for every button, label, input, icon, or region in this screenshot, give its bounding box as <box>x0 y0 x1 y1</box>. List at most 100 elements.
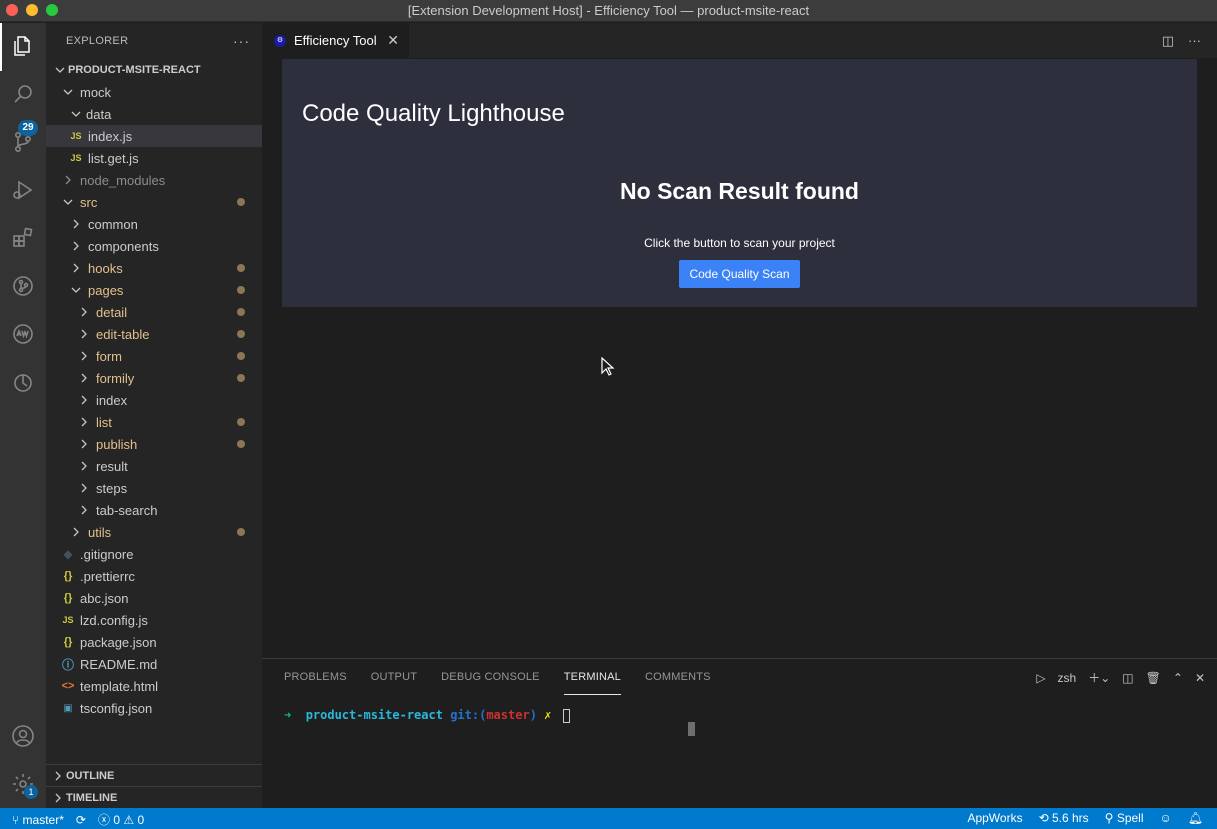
tree-folder-formily[interactable]: formily <box>46 367 262 389</box>
settings-update-badge: 1 <box>24 785 38 799</box>
tree-folder-publish[interactable]: publish <box>46 433 262 455</box>
run-debug-icon[interactable] <box>0 167 46 213</box>
tree-label: .gitignore <box>80 546 134 562</box>
terminal-shell-icon: ▷ <box>1036 670 1046 685</box>
json-file-icon: {} <box>63 592 73 604</box>
tree-label: list.get.js <box>88 150 139 166</box>
time-tracker-status[interactable]: ⟲ 5.6 hrs <box>1039 811 1089 825</box>
search-icon[interactable] <box>0 71 46 117</box>
tree-folder-tab-search[interactable]: tab-search <box>46 499 262 521</box>
tree-label: index.js <box>88 128 133 144</box>
tree-file-tsconfig[interactable]: ▣ tsconfig.json <box>46 697 262 719</box>
tree-label: common <box>88 216 138 232</box>
tree-folder-node-modules[interactable]: node_modules <box>46 169 262 191</box>
explorer-icon[interactable] <box>0 23 46 69</box>
window-title: [Extension Development Host] - Efficienc… <box>407 3 810 18</box>
tree-folder-detail[interactable]: detail <box>46 301 262 323</box>
tree-file-readme[interactable]: ⓘ README.md <box>46 653 262 675</box>
tab-debug-console[interactable]: DEBUG CONSOLE <box>441 659 540 695</box>
tree-folder-common[interactable]: common <box>46 213 262 235</box>
timer-icon[interactable] <box>0 359 46 405</box>
activity-bar <box>0 23 46 808</box>
tree-folder-mock[interactable]: mock <box>46 81 262 103</box>
tree-folder-form[interactable]: form <box>46 345 262 367</box>
tsconfig-file-icon: ▣ <box>63 702 73 714</box>
chevron-right-icon <box>76 480 92 496</box>
terminal-prompt[interactable]: ➜ product-msite-react git:(master) ✗ <box>284 708 570 723</box>
extension-icon: ⚙ <box>274 34 286 47</box>
tree-file-list-get-js[interactable]: JS list.get.js <box>46 147 262 169</box>
javascript-file-icon: JS <box>70 153 82 163</box>
more-actions-icon[interactable]: ··· <box>233 33 250 49</box>
tree-label: template.html <box>80 678 159 694</box>
tree-folder-list[interactable]: list <box>46 411 262 433</box>
manage-gear-icon[interactable] <box>0 761 46 807</box>
tree-file-gitignore[interactable]: ◆ .gitignore <box>46 543 262 565</box>
tree-file-abc-json[interactable]: {} abc.json <box>46 587 262 609</box>
spell-label: Spell <box>1116 811 1144 825</box>
tree-label: form <box>96 348 122 364</box>
scm-count-badge: 29 <box>18 120 38 136</box>
tree-label: hooks <box>88 260 123 276</box>
tree-folder-utils[interactable]: utils <box>46 521 262 543</box>
tree-file-template-html[interactable]: <> template.html <box>46 675 262 697</box>
outline-section[interactable]: OUTLINE <box>46 764 262 786</box>
tab-output[interactable]: OUTPUT <box>371 659 417 695</box>
tree-folder-data[interactable]: data <box>46 103 262 125</box>
appworks-status[interactable]: AppWorks <box>967 811 1022 825</box>
tab-efficiency-tool[interactable]: ⚙ Efficiency Tool ✕ <box>262 23 409 58</box>
git-file-icon: ◆ <box>63 547 73 561</box>
split-terminal-icon[interactable]: ◫ <box>1122 671 1133 685</box>
tree-folder-hooks[interactable]: hooks <box>46 257 262 279</box>
tree-label: pages <box>88 282 124 298</box>
chevron-right-icon <box>76 436 92 452</box>
tree-folder-result[interactable]: result <box>46 455 262 477</box>
outline-label: OUTLINE <box>66 769 115 782</box>
sync-icon[interactable]: ⟳ <box>76 813 86 827</box>
branch-status[interactable]: ⑂ master* <box>12 813 64 827</box>
notifications-bell-icon[interactable]: 🔔︎ <box>1188 811 1203 825</box>
terminal-shell-name[interactable]: zsh <box>1058 671 1077 685</box>
status-bar: ⑂ master* ⟳ ⓧ 0 ⚠ 0 AppWorks ⟲ 5.6 hrs ⚲… <box>0 808 1217 829</box>
chevron-right-icon <box>68 216 84 232</box>
warning-icon: ⚠ <box>123 813 135 827</box>
code-quality-scan-button[interactable]: Code Quality Scan <box>679 260 800 288</box>
tree-folder-pages[interactable]: pages <box>46 279 262 301</box>
tab-problems[interactable]: PROBLEMS <box>284 659 347 695</box>
tab-terminal[interactable]: TERMINAL <box>563 659 621 695</box>
appworks-icon[interactable] <box>0 311 46 357</box>
extensions-icon[interactable] <box>0 215 46 261</box>
close-panel-icon[interactable]: ✕ <box>1195 671 1205 685</box>
tree-folder-src[interactable]: src <box>46 191 262 213</box>
tree-file-package-json[interactable]: {} package.json <box>46 631 262 653</box>
tree-folder-index[interactable]: index <box>46 389 262 411</box>
account-icon[interactable] <box>0 713 46 759</box>
more-actions-icon[interactable]: ··· <box>1188 33 1201 49</box>
timeline-section[interactable]: TIMELINE <box>46 786 262 808</box>
split-editor-icon[interactable]: ◫ <box>1162 33 1174 49</box>
tab-comments[interactable]: COMMENTS <box>645 659 711 695</box>
prompt-dirty-marker: ✗ <box>544 708 552 722</box>
modified-dot <box>237 418 245 426</box>
feedback-icon[interactable]: ☺ <box>1160 811 1172 825</box>
new-terminal-icon[interactable]: ＋⌄ <box>1088 669 1110 686</box>
tree-folder-steps[interactable]: steps <box>46 477 262 499</box>
project-root[interactable]: PRODUCT-MSITE-REACT <box>46 59 262 81</box>
git-graph-icon[interactable] <box>0 263 46 309</box>
tree-label: src <box>80 194 98 210</box>
tree-folder-components[interactable]: components <box>46 235 262 257</box>
spell-status[interactable]: ⚲ Spell <box>1105 811 1144 825</box>
trash-icon[interactable]: 🗑 <box>1146 671 1161 685</box>
bottom-panel: PROBLEMS OUTPUT DEBUG CONSOLE TERMINAL C… <box>262 658 1217 808</box>
tree-file-prettierrc[interactable]: {} .prettierrc <box>46 565 262 587</box>
tree-label: mock <box>80 84 112 100</box>
tree-file-lzd-config[interactable]: JS lzd.config.js <box>46 609 262 631</box>
close-icon[interactable]: ✕ <box>387 32 399 49</box>
tree-label: tab-search <box>96 502 158 518</box>
tree-file-index-js[interactable]: JS index.js <box>46 125 262 147</box>
tree-folder-edit-table[interactable]: edit-table <box>46 323 262 345</box>
warning-count: 0 <box>137 813 145 827</box>
maximize-panel-icon[interactable]: ⌃ <box>1173 671 1183 685</box>
problems-status[interactable]: ⓧ 0 ⚠ 0 <box>98 811 144 828</box>
editor-actions: ◫ ··· <box>1162 33 1201 49</box>
